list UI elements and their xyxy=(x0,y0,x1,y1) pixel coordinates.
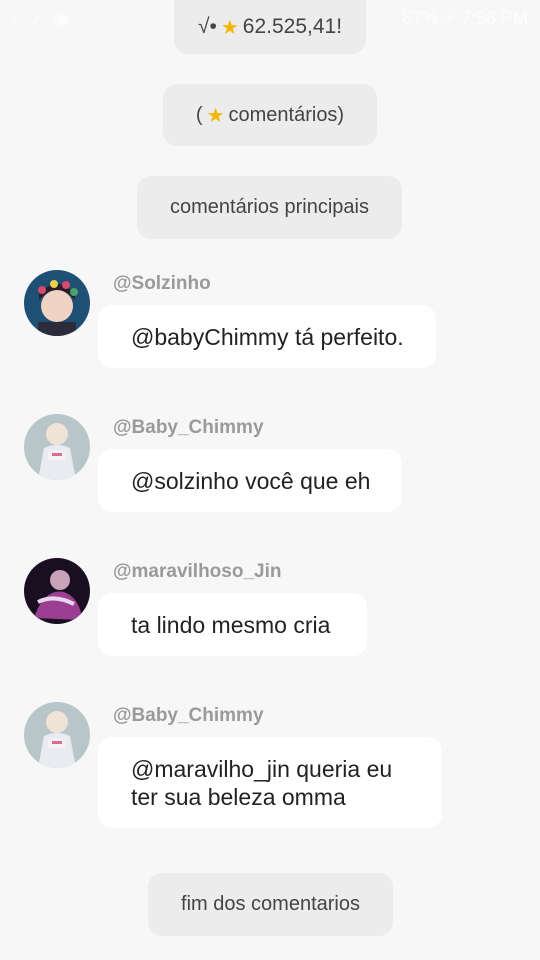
avatar-image xyxy=(24,270,90,336)
star-icon: ★ xyxy=(206,104,225,127)
star-count-pill: √• ★ 62.525,41! xyxy=(174,0,366,54)
end-of-comments-text: fim dos comentarios xyxy=(181,893,360,915)
star-comments-label: comentários) xyxy=(228,103,345,126)
comment-text-line-2: ter sua beleza omma xyxy=(131,783,346,810)
comment-bubble: ta lindo mesmo cria xyxy=(98,593,367,656)
comment-username[interactable]: @Baby_Chimmy xyxy=(113,705,264,727)
comment-bubble: @babyChimmy tá perfeito. xyxy=(98,305,436,368)
comment-username[interactable]: @Solzinho xyxy=(113,273,211,295)
star-count-value: 62.525,41! xyxy=(242,15,343,38)
main-comments-button[interactable]: comentários principais xyxy=(137,176,402,239)
avatar-image xyxy=(24,414,90,480)
avatar-image xyxy=(24,702,90,768)
avatar[interactable] xyxy=(24,702,90,768)
star-count-prefix: √• xyxy=(197,15,217,38)
avatar-image xyxy=(24,558,90,624)
charging-icon: ⚡ xyxy=(443,8,456,28)
comment-text: @babyChimmy tá perfeito. xyxy=(131,323,404,350)
comment-username[interactable]: @Baby_Chimmy xyxy=(113,417,264,439)
clock: 7:56 PM xyxy=(460,8,528,28)
avatar[interactable] xyxy=(24,414,90,480)
status-right: 87% ⚡ 7:56 PM xyxy=(402,8,528,29)
star-comments-button[interactable]: ( ★ comentários) xyxy=(163,84,377,146)
comment-text-line-1: @maravilho_jin queria eu xyxy=(131,755,393,782)
star-comments-open: ( xyxy=(195,103,203,126)
comment-bubble: @maravilho_jin queria eu ter sua beleza … xyxy=(98,737,442,828)
avatar[interactable] xyxy=(24,558,90,624)
comment-text: ta lindo mesmo cria xyxy=(131,611,331,638)
star-icon: ★ xyxy=(220,16,239,39)
comment-username[interactable]: @maravilhoso_Jin xyxy=(113,561,281,583)
comment-bubble: @solzinho você que eh xyxy=(98,449,402,512)
notification-icons: ↓ ♪ ◉ … xyxy=(10,8,105,28)
end-of-comments-label: fim dos comentarios xyxy=(148,873,393,936)
avatar[interactable] xyxy=(24,270,90,336)
main-comments-label: comentários principais xyxy=(170,196,369,218)
comment-text: @solzinho você que eh xyxy=(131,467,371,494)
battery-level: 87% xyxy=(402,8,439,28)
